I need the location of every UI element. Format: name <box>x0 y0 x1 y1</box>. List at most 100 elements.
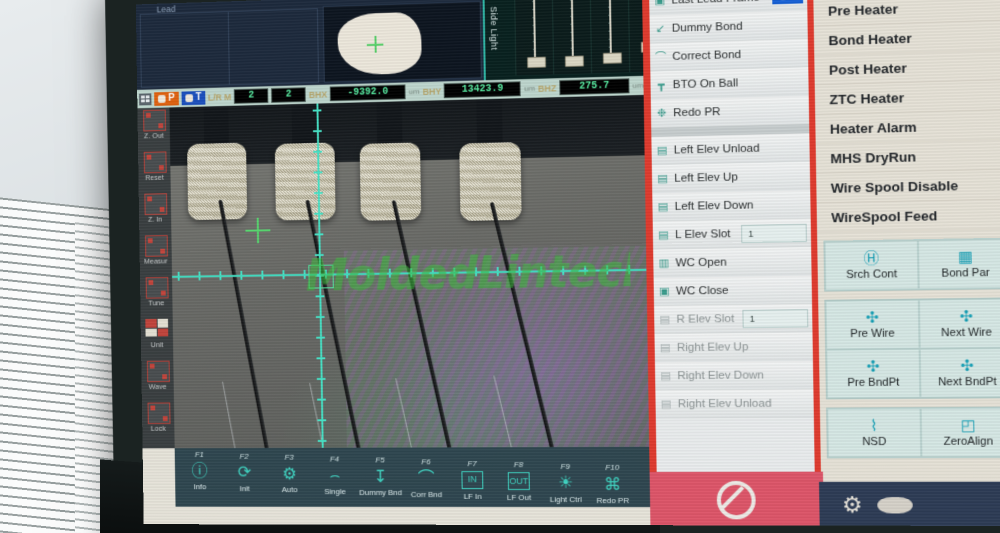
fkey-number: F8 <box>513 460 524 470</box>
toolbar-item-lock[interactable]: Lock <box>142 401 175 443</box>
list-item-left-elev-up[interactable]: ▤ Left Elev Up <box>651 161 811 194</box>
list-item-redo-pr[interactable]: ❉ Redo PR <box>650 95 810 128</box>
function-key-bar[interactable]: F1 ⓘ Info F2 ⟳ Init F3 ⚙ Auto F4 ⌢ Single F5 ↧ Dummy B… <box>174 446 651 508</box>
crosshair-tick <box>316 336 325 339</box>
fkey-label: Light Ctrl <box>549 494 582 504</box>
crosshair-tick <box>198 271 201 281</box>
slot-number-field[interactable]: 1 <box>741 223 807 243</box>
p-status-badge[interactable]: P <box>154 91 179 106</box>
list-item-wc-close[interactable]: ▣ WC Close <box>653 275 813 306</box>
slider-knob[interactable] <box>564 55 584 68</box>
light-slider-1[interactable] <box>514 0 555 76</box>
bhy-unit: um <box>523 83 536 94</box>
right-item-wire-spool-disable[interactable]: Wire Spool Disable <box>816 169 1000 204</box>
bond-pad[interactable] <box>274 142 336 221</box>
fkey-dummy-bnd[interactable]: F5 ↧ Dummy Bnd <box>357 456 404 498</box>
fkey-number: F2 <box>239 451 249 461</box>
windows-icon[interactable] <box>139 92 152 105</box>
fkey-number: F9 <box>560 461 571 471</box>
leadframe-out-icon: OUT <box>507 472 530 491</box>
list-item-left-elev-down[interactable]: ▤ Left Elev Down <box>652 190 811 222</box>
button-pre-bndpt[interactable]: ✣ Pre BndPt <box>826 348 921 399</box>
toolbar-item-z-out[interactable]: Z. Out <box>137 108 170 151</box>
leadframe-map[interactable] <box>139 8 320 88</box>
right-button-groups[interactable]: Ⓗ Srch Cont ▦ Bond Par ✣ Pre Wire ✣ Next Wire ✣ P… <box>817 237 1000 459</box>
light-slider-2[interactable] <box>551 0 593 75</box>
right-item-list[interactable]: Pre Heater Bond Heater Post Heater ZTC Heat… <box>813 0 1000 233</box>
slider-rod <box>570 0 574 58</box>
toolbar-item-label: Z. Out <box>143 131 164 141</box>
wc-open-icon: ▥ <box>658 257 670 270</box>
light-slider-3[interactable] <box>589 0 631 74</box>
right-item-post-heater[interactable]: Post Heater <box>814 50 1000 86</box>
button-bond-par[interactable]: ▦ Bond Par <box>917 238 1000 290</box>
fkey-auto[interactable]: F3 ⚙ Auto <box>266 453 313 494</box>
crosshair-tick <box>317 419 327 422</box>
right-item-ztc-heater[interactable]: ZTC Heater <box>814 79 1000 115</box>
fkey-label: LF Out <box>506 493 532 503</box>
machine-command-list[interactable]: ▣ Last Lead Frame ON ↙ Dummy Bond ⌒ Correct Bo… <box>649 0 822 508</box>
button-next-wire[interactable]: ✣ Next Wire <box>918 298 1000 349</box>
fkey-single[interactable]: F4 ⌢ Single <box>311 454 358 495</box>
button-srch-cont[interactable]: Ⓗ Srch Cont <box>824 240 919 291</box>
bhy-label: BHY <box>422 85 442 97</box>
right-item-label: WireSpool Feed <box>831 207 938 225</box>
fkey-redo-pr[interactable]: F10 ⌘ Redo PR <box>588 463 637 505</box>
slot-number-field[interactable]: 1 <box>742 308 809 328</box>
taskbar-item[interactable] <box>876 496 913 513</box>
list-item-label: Left Elev Down <box>674 198 754 213</box>
stop-status-bar[interactable] <box>649 471 824 526</box>
lr-mode-label: L/R M <box>207 91 232 103</box>
list-item-correct-bond[interactable]: ⌒ Correct Bond <box>649 38 809 72</box>
lr-right-value: 2 <box>271 87 307 103</box>
fkey-corr-bnd[interactable]: F6 ⌒ Corr Bnd <box>402 457 450 499</box>
toolbar-item-reset[interactable]: Reset <box>138 149 171 192</box>
list-item-label: R Elev Slot <box>676 312 735 326</box>
list-item-bto-on-ball[interactable]: ┳ BTO On Ball <box>650 67 809 100</box>
list-item-label: Left Elev Up <box>674 170 738 185</box>
list-item-label: Right Elev Unload <box>677 397 772 410</box>
button-nsd[interactable]: ⌇ NSD <box>827 408 922 458</box>
right-item-heater-alarm[interactable]: Heater Alarm <box>815 109 1000 145</box>
bto-icon: ┳ <box>657 79 665 92</box>
right-control-panel[interactable]: PR Alignment Pre HeaterBond HeaterPost H… <box>813 0 1000 508</box>
gear-icon[interactable]: ⚙ <box>842 491 863 518</box>
button-group-3: ⌇ NSD ◰ ZeroAlign <box>826 406 1000 459</box>
toggle-badge[interactable]: ON <box>771 0 804 4</box>
toolbar-item-unit[interactable]: Unit <box>141 317 174 359</box>
t-badge-label: T <box>195 92 202 103</box>
list-item-l-elev-slot[interactable]: ▤ L Elev Slot 1 <box>652 218 812 250</box>
t-status-badge[interactable]: T <box>181 90 206 105</box>
bond-pad[interactable] <box>359 142 422 221</box>
bond-pad[interactable] <box>187 142 248 221</box>
bhz-unit: um <box>632 80 644 91</box>
chip-crosshair-icon <box>367 36 384 53</box>
slider-knob[interactable] <box>602 52 623 64</box>
toolbar-item-wave[interactable]: Wave <box>141 359 174 401</box>
toolbar-item-z-in[interactable]: Z. In <box>139 191 172 233</box>
chip-preview[interactable] <box>322 0 482 83</box>
fkey-light-ctrl[interactable]: F9 ☀ Light Ctrl <box>541 462 590 504</box>
slider-knob[interactable] <box>527 56 547 69</box>
button-zeroalign[interactable]: ◰ ZeroAlign <box>920 407 1000 458</box>
side-light-label: Side Light <box>488 6 500 51</box>
list-item-r-elev-slot: ▤ R Elev Slot 1 <box>654 303 813 335</box>
toolbar-item-tune[interactable]: Tune <box>140 275 173 317</box>
slot-icon: ▤ <box>658 229 669 242</box>
fkey-info[interactable]: F1 ⓘ Info <box>177 450 223 491</box>
machine-vision-view[interactable]: MoldedLintech <box>169 94 650 449</box>
toolbar-item-label: Wave <box>148 382 167 391</box>
os-taskbar[interactable]: ⚙ <box>818 481 1000 526</box>
list-item-left-elev-unload[interactable]: ▤ Left Elev Unload <box>651 133 810 166</box>
right-item-mhs-dryrun[interactable]: MHS DryRun <box>815 139 1000 174</box>
button-next-bndpt[interactable]: ✣ Next BndPt <box>919 347 1000 398</box>
list-item-wc-open[interactable]: ▥ WC Open <box>653 247 812 278</box>
button-pre-wire[interactable]: ✣ Pre Wire <box>825 299 920 350</box>
toolbar-item-measur[interactable]: Measur <box>139 233 172 275</box>
crosshair-tick <box>314 212 323 215</box>
fkey-lf-out[interactable]: F8 OUT LF Out <box>495 460 543 502</box>
fkey-lf-in[interactable]: F7 IN LF In <box>448 459 496 501</box>
right-item-wirespool-feed[interactable]: WireSpool Feed <box>816 199 1000 233</box>
fkey-init[interactable]: F2 ⟳ Init <box>221 451 267 493</box>
toolbar-item-label: Measur <box>143 256 168 266</box>
